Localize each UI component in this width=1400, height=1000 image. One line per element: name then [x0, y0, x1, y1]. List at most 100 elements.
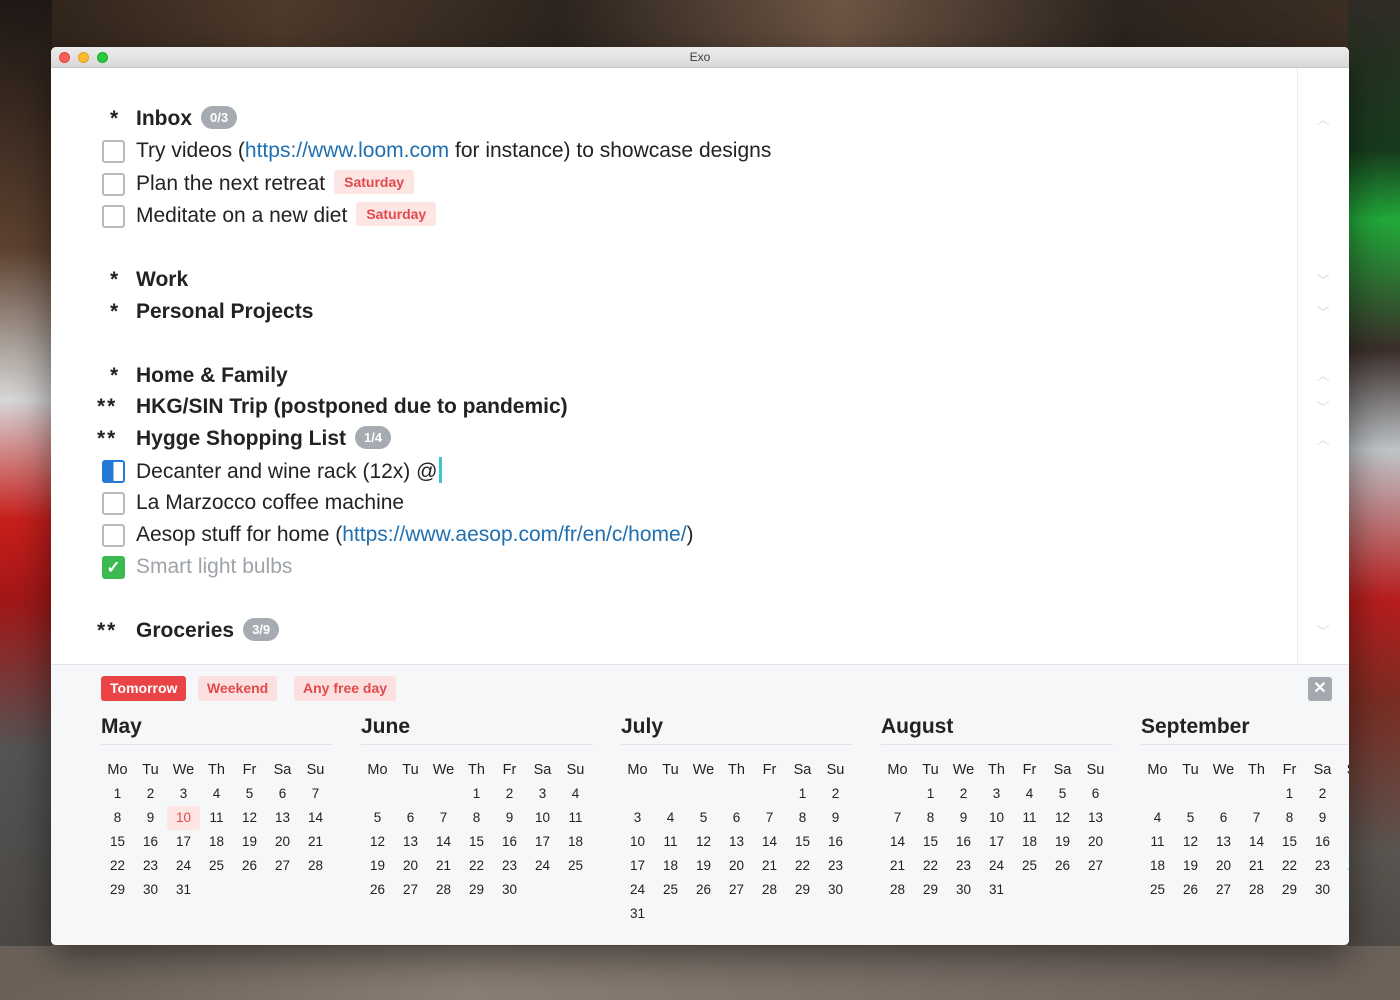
day-cell[interactable]: 9 — [1306, 806, 1339, 830]
due-date-tag[interactable]: Saturday — [334, 170, 415, 194]
day-cell[interactable]: 23 — [493, 854, 526, 878]
day-cell[interactable]: 29 — [786, 878, 819, 902]
day-cell[interactable]: 30 — [493, 878, 526, 902]
task-checkbox[interactable] — [102, 524, 125, 547]
day-cell[interactable]: 15 — [786, 830, 819, 854]
day-cell[interactable]: 4 — [1141, 806, 1174, 830]
day-cell[interactable]: 14 — [427, 830, 460, 854]
day-cell[interactable]: 23 — [134, 854, 167, 878]
day-cell[interactable]: 21 — [299, 830, 332, 854]
day-cell[interactable]: 14 — [1240, 830, 1273, 854]
task-row[interactable]: Plan the next retreat Saturday — [51, 169, 1291, 199]
day-cell[interactable]: 27 — [266, 854, 299, 878]
task-text-editing[interactable]: Decanter and wine rack (12x) @ — [136, 457, 443, 487]
day-cell[interactable]: 19 — [1174, 854, 1207, 878]
day-cell[interactable]: 9 — [134, 806, 167, 830]
day-cell[interactable]: 13 — [266, 806, 299, 830]
day-cell[interactable]: 14 — [299, 806, 332, 830]
day-cell[interactable]: 30 — [134, 878, 167, 902]
day-cell[interactable]: 16 — [819, 830, 852, 854]
day-cell[interactable]: 28 — [1240, 878, 1273, 902]
day-cell[interactable]: 11 — [1013, 806, 1046, 830]
day-cell[interactable]: 18 — [200, 830, 233, 854]
day-cell[interactable]: 20 — [266, 830, 299, 854]
tomorrow-button[interactable]: Tomorrow — [101, 676, 187, 701]
day-cell[interactable]: 3 — [980, 782, 1013, 806]
heading-hkg-sin-trip[interactable]: ** HKG/SIN Trip (postponed due to pandem… — [51, 392, 1291, 422]
day-cell[interactable]: 24 — [167, 854, 200, 878]
day-cell[interactable]: 24 — [980, 854, 1013, 878]
day-cell[interactable]: 24 — [526, 854, 559, 878]
day-cell[interactable]: 29 — [914, 878, 947, 902]
day-cell[interactable]: 21 — [1240, 854, 1273, 878]
day-cell[interactable]: 23 — [819, 854, 852, 878]
day-cell[interactable]: 26 — [687, 878, 720, 902]
day-cell[interactable]: 24 — [1339, 854, 1349, 878]
day-cell[interactable]: 2 — [493, 782, 526, 806]
day-cell[interactable]: 17 — [1339, 830, 1349, 854]
any-free-day-button[interactable]: Any free day — [294, 676, 397, 701]
day-cell[interactable]: 20 — [1079, 830, 1112, 854]
task-row[interactable]: Aesop stuff for home (https://www.aesop.… — [51, 520, 1291, 550]
day-cell[interactable]: 15 — [460, 830, 493, 854]
heading-hygge-shopping-list[interactable]: ** Hygge Shopping List 1/4 — [51, 424, 1291, 454]
day-cell[interactable]: 28 — [299, 854, 332, 878]
day-cell[interactable]: 16 — [134, 830, 167, 854]
day-cell[interactable]: 13 — [720, 830, 753, 854]
day-cell[interactable]: 12 — [687, 830, 720, 854]
day-cell[interactable]: 1 — [914, 782, 947, 806]
day-cell[interactable]: 26 — [361, 878, 394, 902]
day-cell[interactable]: 17 — [621, 854, 654, 878]
day-cell[interactable]: 4 — [559, 782, 592, 806]
day-cell[interactable]: 28 — [427, 878, 460, 902]
task-checkbox[interactable] — [102, 492, 125, 515]
day-cell[interactable]: 13 — [1207, 830, 1240, 854]
day-cell[interactable]: 6 — [394, 806, 427, 830]
day-cell[interactable]: 19 — [361, 854, 394, 878]
chevron-down-icon[interactable]: ﹀ — [1316, 401, 1330, 415]
day-cell[interactable]: 17 — [526, 830, 559, 854]
day-cell[interactable]: 7 — [299, 782, 332, 806]
day-cell[interactable]: 29 — [101, 878, 134, 902]
day-cell[interactable]: 25 — [1013, 854, 1046, 878]
day-cell[interactable]: 27 — [720, 878, 753, 902]
day-cell[interactable]: 16 — [493, 830, 526, 854]
task-checkbox[interactable] — [102, 205, 125, 228]
day-cell[interactable]: 1 — [786, 782, 819, 806]
day-cell-today[interactable]: 10 — [167, 806, 200, 830]
day-cell[interactable]: 2 — [819, 782, 852, 806]
day-cell[interactable]: 11 — [1141, 830, 1174, 854]
day-cell[interactable]: 19 — [233, 830, 266, 854]
task-text[interactable]: La Marzocco coffee machine — [136, 488, 404, 518]
day-cell[interactable]: 21 — [427, 854, 460, 878]
day-cell[interactable]: 8 — [101, 806, 134, 830]
day-cell[interactable]: 8 — [786, 806, 819, 830]
day-cell[interactable]: 5 — [233, 782, 266, 806]
day-cell[interactable]: 15 — [914, 830, 947, 854]
close-icon[interactable]: ✕ — [1308, 677, 1332, 701]
chevron-down-icon[interactable]: ﹀ — [1316, 625, 1330, 639]
heading-work[interactable]: * Work — [51, 265, 1291, 295]
day-cell[interactable]: 2 — [134, 782, 167, 806]
minimize-window-button[interactable] — [78, 52, 89, 63]
zoom-window-button[interactable] — [97, 52, 108, 63]
day-cell[interactable]: 26 — [1046, 854, 1079, 878]
day-cell[interactable]: 31 — [980, 878, 1013, 902]
heading-personal-projects[interactable]: * Personal Projects — [51, 297, 1291, 327]
day-cell[interactable]: 8 — [460, 806, 493, 830]
day-cell[interactable]: 11 — [559, 806, 592, 830]
day-cell[interactable]: 5 — [687, 806, 720, 830]
task-row[interactable]: Meditate on a new diet Saturday — [51, 201, 1291, 231]
day-cell[interactable]: 12 — [1046, 806, 1079, 830]
day-cell[interactable]: 30 — [947, 878, 980, 902]
task-row[interactable]: La Marzocco coffee machine — [51, 488, 1291, 518]
heading-groceries[interactable]: ** Groceries 3/9 — [51, 616, 1291, 646]
day-cell[interactable]: 21 — [753, 854, 786, 878]
day-cell[interactable]: 28 — [753, 878, 786, 902]
day-cell[interactable]: 3 — [526, 782, 559, 806]
day-cell[interactable]: 7 — [753, 806, 786, 830]
day-cell[interactable]: 7 — [427, 806, 460, 830]
day-cell[interactable]: 22 — [1273, 854, 1306, 878]
task-checkbox-done[interactable]: ✓ — [102, 556, 125, 579]
day-cell[interactable]: 10 — [621, 830, 654, 854]
